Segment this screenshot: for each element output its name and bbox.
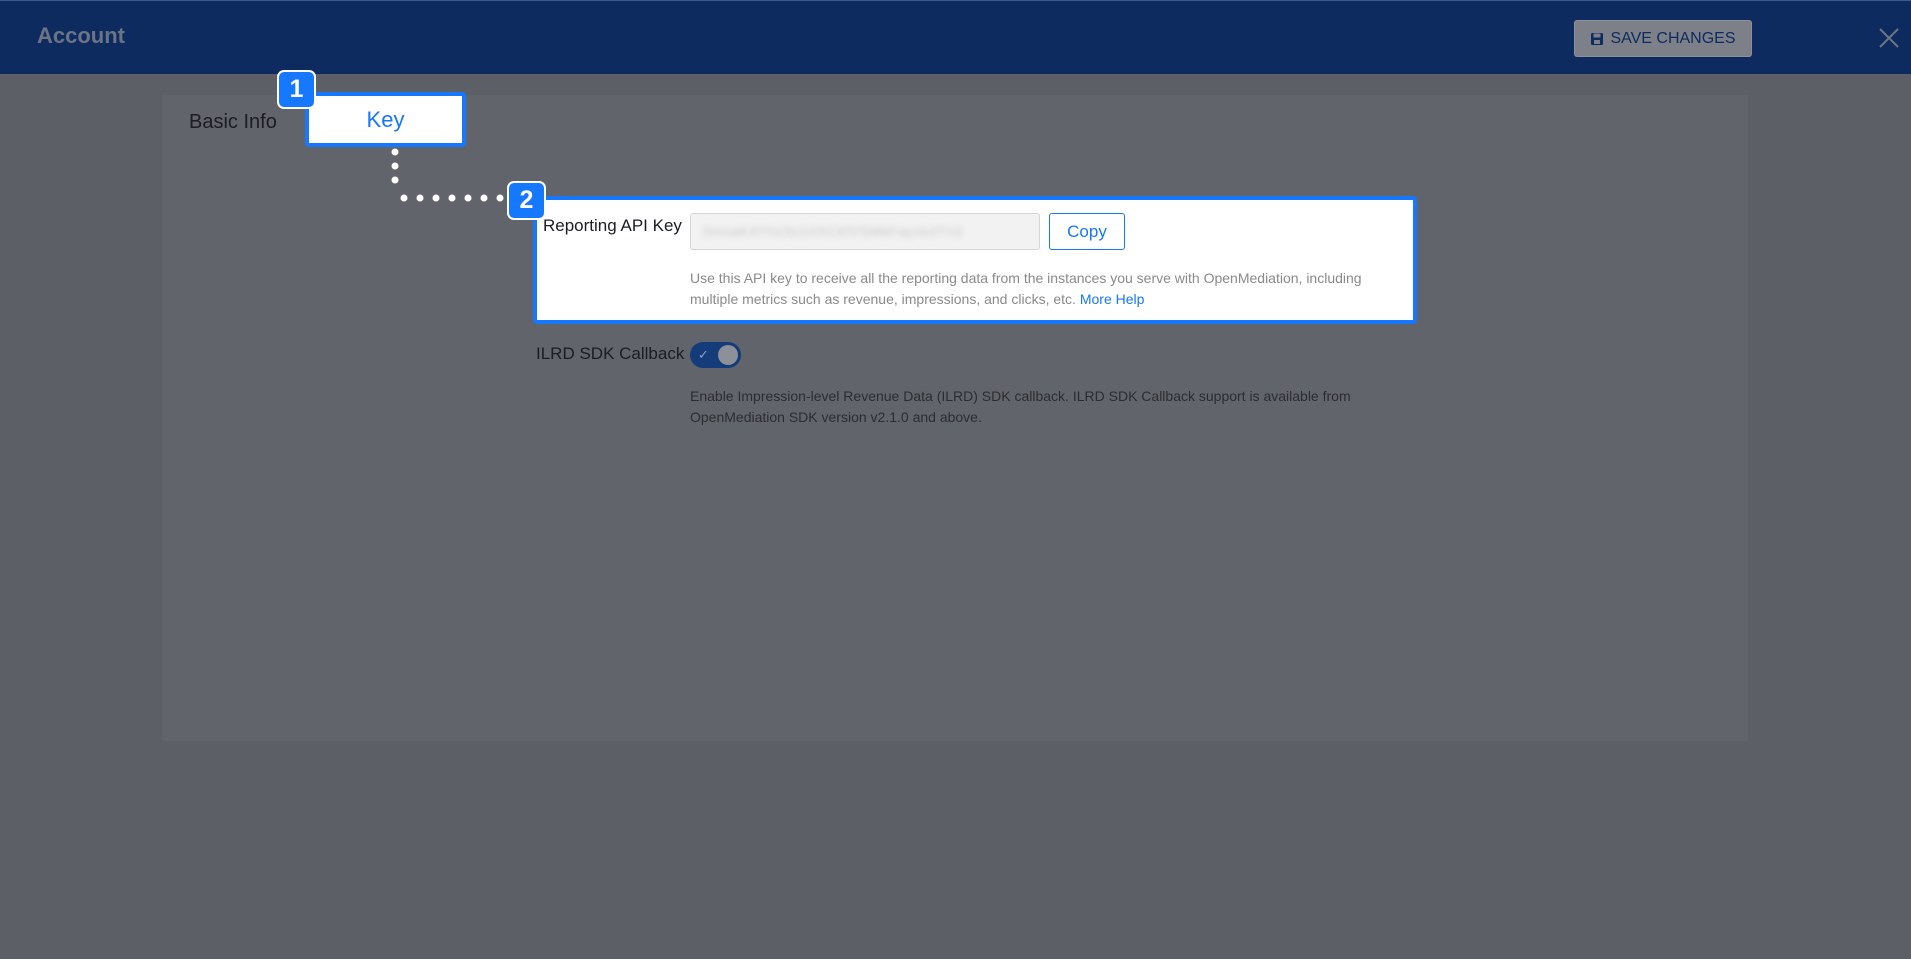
toggle-knob [718, 345, 738, 365]
reporting-api-key-value: 0mnaK4Yhs3o1HXCkfVSMbFayxkdTn3 [703, 224, 963, 239]
copy-button[interactable]: Copy [1049, 213, 1125, 250]
callout-badge-2: 2 [507, 181, 546, 220]
ilrd-callback-toggle[interactable]: ✓ [690, 342, 741, 368]
tab-key[interactable]: Key [305, 92, 466, 147]
floppy-disk-icon [1591, 32, 1604, 45]
top-bar: Account SAVE CHANGES [0, 0, 1911, 74]
page-title: Account [37, 23, 125, 48]
save-changes-label: SAVE CHANGES [1610, 29, 1736, 47]
check-icon: ✓ [698, 347, 709, 362]
callout-badge-1: 1 [277, 70, 316, 109]
more-help-link[interactable]: More Help [1080, 291, 1145, 307]
reporting-help-text: Use this API key to receive all the repo… [690, 270, 1362, 307]
ilrd-help-text: Enable Impression-level Revenue Data (IL… [690, 388, 1351, 425]
reporting-api-key-field[interactable]: 0mnaK4Yhs3o1HXCkfVSMbFayxkdTn3 [690, 213, 1040, 250]
reporting-api-help: Use this API key to receive all the repo… [690, 268, 1400, 310]
reporting-api-key-label: Reporting API Key [543, 216, 682, 235]
close-icon[interactable] [1878, 27, 1900, 49]
copy-button-label: Copy [1067, 221, 1107, 241]
tab-key-label: Key [366, 106, 405, 132]
save-changes-button[interactable]: SAVE CHANGES [1574, 20, 1752, 57]
tab-basic-info[interactable]: Basic Info [189, 111, 277, 134]
ilrd-callback-label: ILRD SDK Callback [536, 344, 685, 363]
